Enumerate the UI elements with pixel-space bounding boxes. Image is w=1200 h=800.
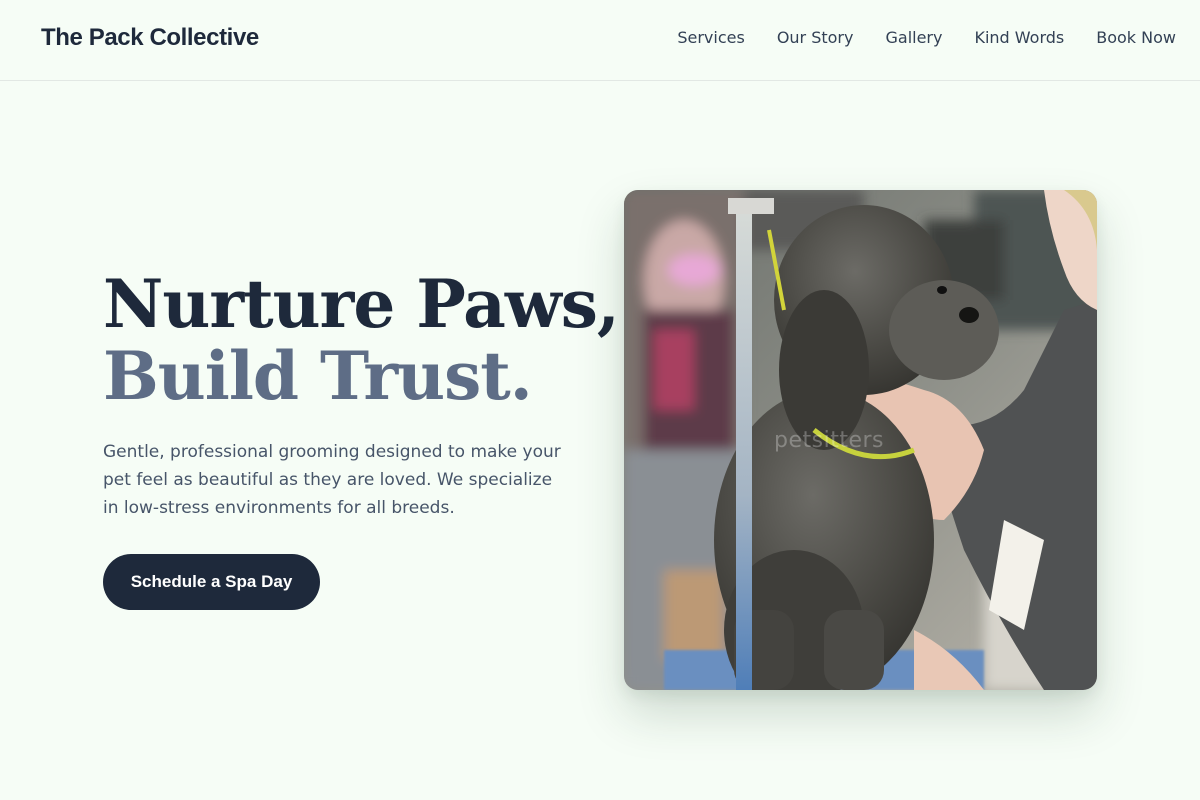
nav-book-now[interactable]: Book Now	[1096, 28, 1176, 48]
nav-services[interactable]: Services	[677, 28, 744, 48]
nav-kind-words[interactable]: Kind Words	[974, 28, 1064, 48]
site-header: The Pack Collective Services Our Story G…	[0, 0, 1200, 81]
nav-gallery[interactable]: Gallery	[885, 28, 942, 48]
nav-our-story[interactable]: Our Story	[777, 28, 854, 48]
headline-line-1: Nurture Paws,	[103, 265, 620, 343]
brand-logo[interactable]: The Pack Collective	[41, 24, 259, 52]
image-watermark: petsitters	[774, 428, 884, 453]
hero-headline: Nurture Paws, Build Trust.	[103, 265, 620, 415]
hero-photo-groomed-poodle: petsitters	[624, 190, 1097, 690]
main-nav: Services Our Story Gallery Kind Words Bo…	[677, 28, 1176, 48]
headline-line-2: Build Trust.	[103, 337, 533, 415]
hero-description: Gentle, professional grooming designed t…	[103, 442, 561, 518]
schedule-spa-day-button[interactable]: Schedule a Spa Day	[103, 554, 320, 610]
